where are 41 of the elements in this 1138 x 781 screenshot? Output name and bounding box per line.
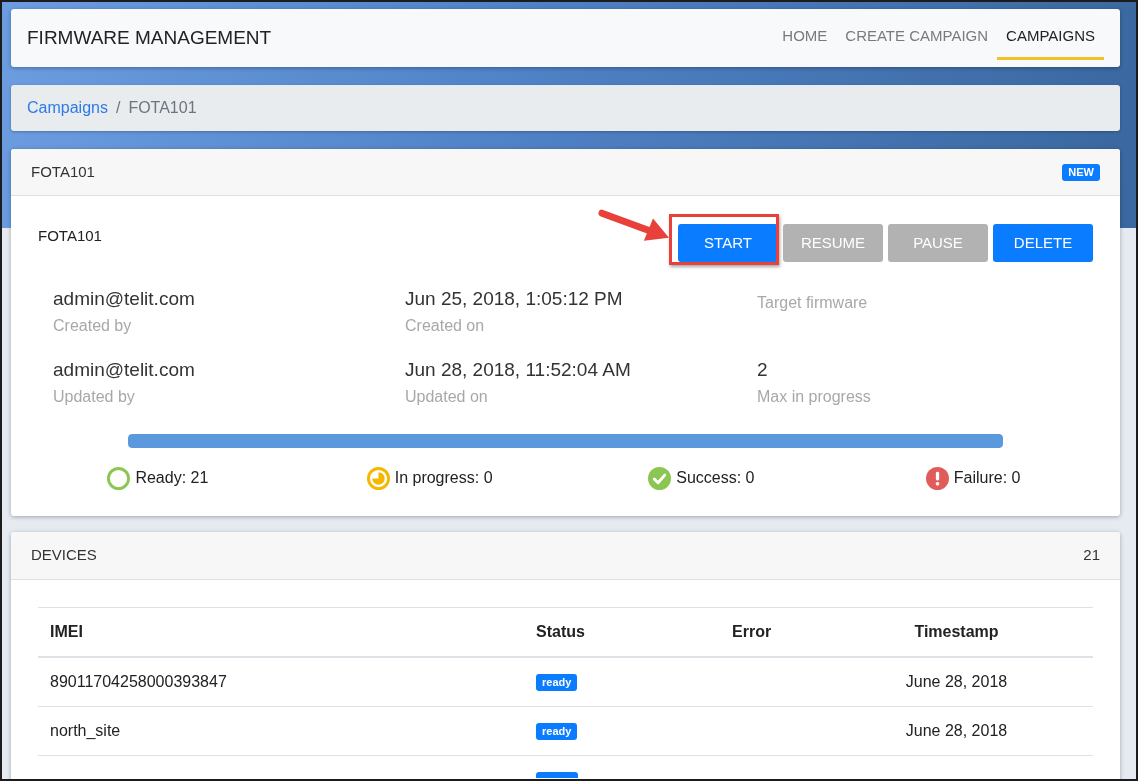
- nav-link[interactable]: HOME: [773, 16, 837, 60]
- breadcrumb-current: FOTA101: [128, 98, 197, 118]
- new-badge: NEW: [1062, 163, 1100, 181]
- annotation-arrow: [598, 209, 669, 241]
- status-count: Ready: 21: [135, 468, 209, 488]
- table-cell-text: June 28, 2018: [905, 672, 1008, 692]
- field-value: 2: [757, 359, 769, 381]
- field-label: Updated on: [405, 387, 489, 407]
- table-cell-text: June 28, 2018: [905, 721, 1008, 741]
- column-header: Error: [732, 622, 772, 642]
- column-header: Status: [536, 622, 585, 642]
- device-count: 21: [1083, 545, 1100, 566]
- field-value: Jun 28, 2018, 11:52:04 AM: [405, 359, 632, 381]
- status-badge: ready: [536, 722, 578, 740]
- status-count: In progress: 0: [394, 468, 493, 488]
- action-button[interactable]: START: [678, 224, 778, 262]
- field-label: Created by: [53, 316, 133, 336]
- status-badge: [536, 772, 578, 778]
- column-header: IMEI: [50, 622, 83, 642]
- campaign-name: FOTA101: [38, 226, 102, 245]
- status-badge: ready: [536, 673, 578, 691]
- status-count: Success: 0: [676, 468, 755, 488]
- card-title: FOTA101: [31, 161, 95, 182]
- column-header: Timestamp: [914, 622, 999, 642]
- table-cell-text: north_site: [50, 721, 121, 741]
- field-label: Max in progress: [757, 387, 872, 407]
- field-value: admin@telit.com: [53, 288, 196, 310]
- breadcrumb-separator: /: [115, 98, 121, 118]
- status-count: Failure: 0: [953, 468, 1021, 488]
- field-value: Jun 25, 2018, 1:05:12 PM: [405, 288, 624, 310]
- nav-link[interactable]: CAMPAIGNS: [997, 16, 1104, 60]
- app-title: FIRMWARE MANAGEMENT: [27, 25, 272, 50]
- field-value: admin@telit.com: [53, 359, 196, 381]
- card-title: DEVICES: [31, 545, 97, 566]
- table-cell-text: 89011704258000393847: [50, 672, 227, 692]
- field-label: Created on: [405, 316, 486, 336]
- action-button[interactable]: DELETE: [993, 224, 1093, 262]
- field-label: Updated by: [53, 387, 136, 407]
- breadcrumb-link[interactable]: Campaigns: [27, 96, 108, 120]
- nav-link[interactable]: CREATE CAMPAIGN: [836, 16, 998, 60]
- field-label: Target firmware: [757, 293, 869, 313]
